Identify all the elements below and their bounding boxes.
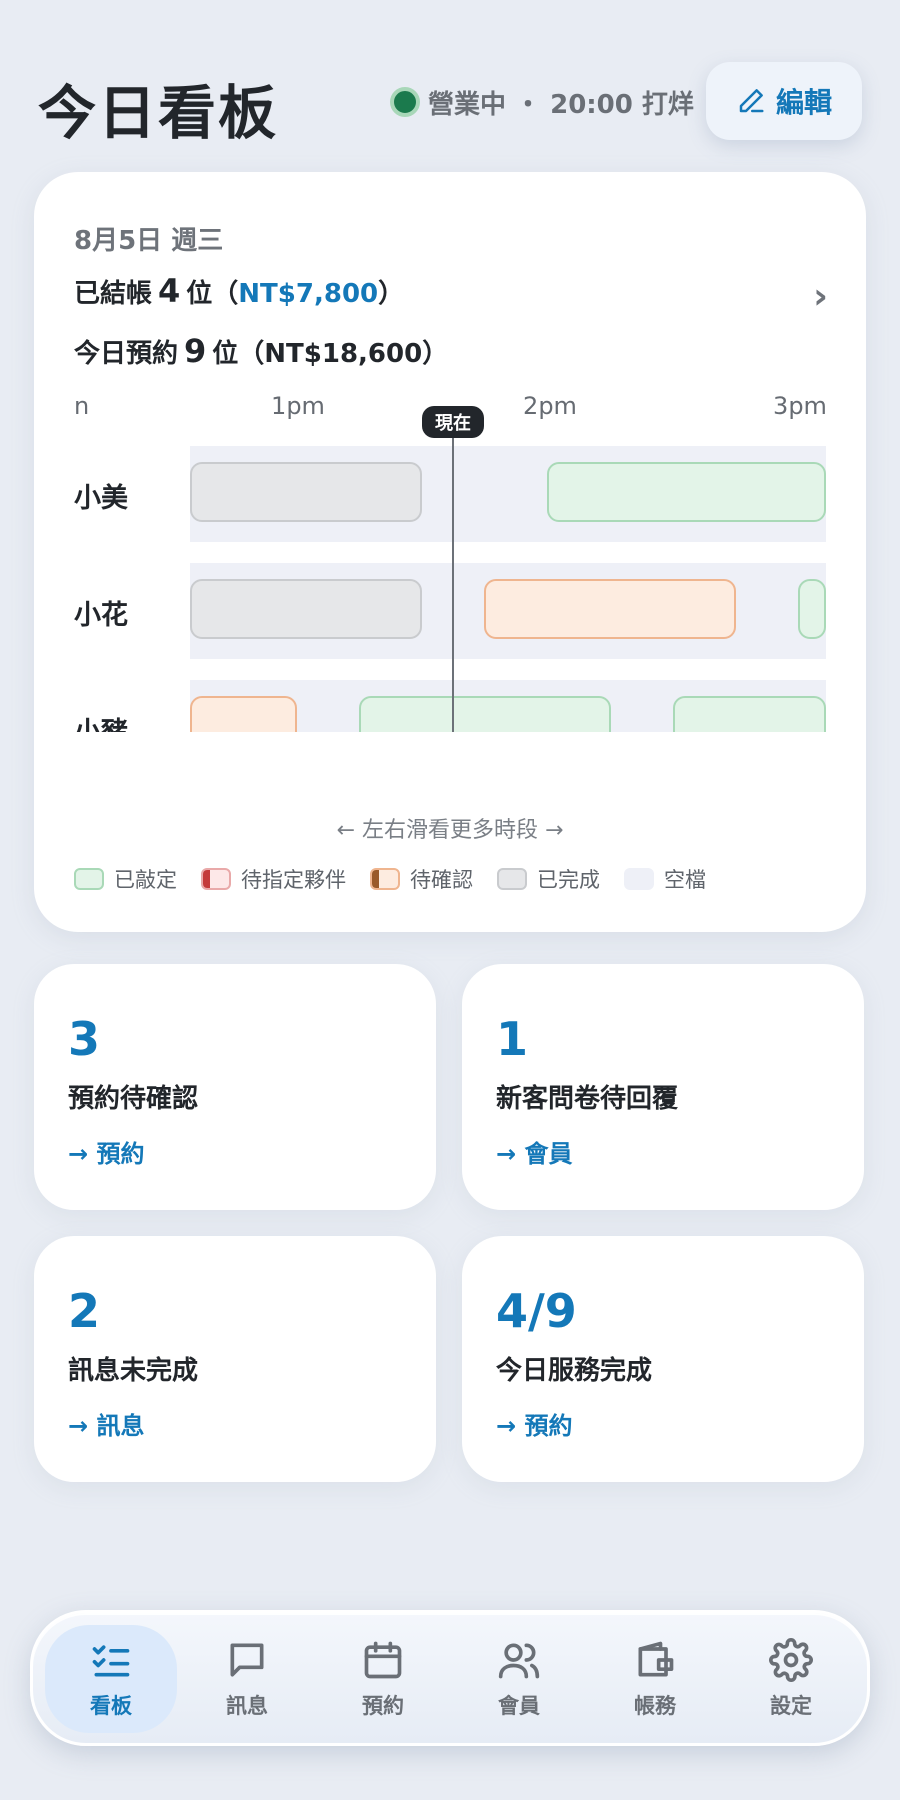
time-tick: n [74, 392, 90, 420]
stat-label: 訊息未完成 [68, 1356, 199, 1386]
stat-value: 3 [68, 1012, 101, 1066]
stat-value: 1 [496, 1012, 529, 1066]
checked-out-close: ） [378, 279, 405, 309]
appointment-block[interactable] [673, 696, 826, 732]
legend-item-partner: 待指定夥伴 [201, 864, 346, 894]
stat-link[interactable]: → 預約 [68, 1134, 144, 1169]
nav-label: 看板 [90, 1694, 132, 1718]
checklist-icon [92, 1645, 130, 1677]
now-badge: 現在 [422, 406, 484, 438]
page-title: 今日看板 [38, 79, 279, 147]
legend-swatch [624, 868, 654, 890]
legend-item-pending: 待確認 [370, 864, 473, 894]
nav-item-members[interactable]: 會員 [453, 1625, 585, 1733]
checked-out-amount: NT$7,800 [238, 279, 379, 309]
appointment-block[interactable] [484, 579, 736, 639]
appointment-block[interactable] [190, 462, 422, 522]
stat-card-services-done[interactable]: 4/9 今日服務完成 → 預約 [462, 1236, 864, 1482]
nav-item-bookings[interactable]: 預約 [317, 1625, 449, 1733]
timeline[interactable]: n 1pm 2pm 3pm 小美 小花 小豬 現在 [34, 392, 866, 732]
legend-swatch [497, 868, 527, 890]
checked-out-suffix: 位（ [186, 279, 239, 309]
stat-card-unfinished-messages[interactable]: 2 訊息未完成 → 訊息 [34, 1236, 436, 1482]
stat-value: 4/9 [496, 1284, 577, 1338]
schedule-card[interactable]: 8月5日 週三 已結帳 4 位（ NT$7,800 ） › 今日預約 9 位（N… [34, 172, 866, 932]
nav-item-dashboard[interactable]: 看板 [45, 1625, 177, 1733]
header: 今日看板 營業中 ・ 20:00 打烊 編輯 [0, 0, 900, 170]
nav-label: 預約 [362, 1694, 404, 1718]
legend-label: 待確認 [410, 868, 473, 892]
lane-label: 小花 [74, 600, 128, 631]
checked-out-summary: 已結帳 4 位（ NT$7,800 ） [74, 272, 404, 310]
edit-button[interactable]: 編輯 [706, 62, 862, 140]
nav-label: 會員 [498, 1694, 540, 1718]
appointment-block[interactable] [190, 579, 422, 639]
calendar-icon [364, 1641, 402, 1679]
legend-label: 空檔 [664, 868, 706, 892]
legend: 已敲定 待指定夥伴 待確認 已完成 空檔 [74, 864, 706, 894]
legend-item-free: 空檔 [624, 864, 706, 894]
gear-icon [769, 1638, 813, 1682]
legend-label: 待指定夥伴 [241, 868, 346, 892]
stat-value: 2 [68, 1284, 101, 1338]
chat-icon [230, 1643, 264, 1677]
legend-label: 已敲定 [114, 868, 177, 892]
legend-swatch [74, 868, 104, 890]
pencil-icon [739, 89, 764, 113]
checked-out-count: 4 [158, 272, 181, 310]
nav-item-messages[interactable]: 訊息 [181, 1625, 313, 1733]
appointment-block[interactable] [547, 462, 826, 522]
stat-label: 預約待確認 [68, 1084, 199, 1114]
lane-label: 小美 [74, 483, 128, 514]
nav-label: 帳務 [634, 1694, 676, 1718]
edit-button-label: 編輯 [775, 86, 832, 119]
users-icon [498, 1643, 540, 1679]
booked-today-summary: 今日預約 9 位（NT$18,600） [74, 332, 448, 370]
legend-item-done: 已完成 [497, 864, 600, 894]
status-dot-icon [390, 87, 420, 117]
legend-label: 已完成 [537, 868, 600, 892]
stat-link[interactable]: → 會員 [496, 1134, 572, 1169]
wallet-icon [638, 1641, 674, 1677]
stat-card-pending-bookings[interactable]: 3 預約待確認 → 預約 [34, 964, 436, 1210]
lane-label: 小豬 [74, 710, 128, 732]
checked-out-prefix: 已結帳 [74, 279, 153, 309]
time-tick: 3pm [773, 392, 827, 420]
appointment-block[interactable] [190, 696, 297, 732]
stat-label: 新客問卷待回覆 [496, 1084, 679, 1114]
time-tick: 2pm [523, 392, 577, 420]
legend-swatch [370, 868, 400, 890]
scroll-hint: ← 左右滑看更多時段 → [336, 818, 564, 843]
booked-today-suffix: 位（NT$18,600） [212, 339, 449, 369]
nav-item-accounting[interactable]: 帳務 [589, 1625, 721, 1733]
legend-swatch [201, 868, 231, 890]
chevron-right-icon[interactable]: › [813, 276, 828, 317]
booked-today-count: 9 [184, 332, 207, 370]
status-text: 營業中 ・ 20:00 打烊 [428, 89, 694, 120]
booked-today-prefix: 今日預約 [74, 339, 179, 369]
appointment-block[interactable] [798, 579, 826, 639]
legend-item-booked: 已敲定 [74, 864, 177, 894]
bottom-nav: 看板 訊息 預約 會員 帳務 設定 [30, 1610, 870, 1746]
now-indicator-line [452, 428, 454, 732]
appointment-block[interactable] [359, 696, 611, 732]
time-tick: 1pm [271, 392, 325, 420]
nav-item-settings[interactable]: 設定 [725, 1625, 857, 1733]
business-status: 營業中 ・ 20:00 打烊 [390, 84, 694, 120]
stat-card-new-survey[interactable]: 1 新客問卷待回覆 → 會員 [462, 964, 864, 1210]
nav-label: 設定 [770, 1694, 812, 1718]
stat-label: 今日服務完成 [496, 1356, 653, 1386]
stat-link[interactable]: → 預約 [496, 1406, 572, 1441]
nav-label: 訊息 [226, 1694, 268, 1718]
schedule-date: 8月5日 週三 [74, 226, 224, 256]
stat-link[interactable]: → 訊息 [68, 1406, 144, 1441]
